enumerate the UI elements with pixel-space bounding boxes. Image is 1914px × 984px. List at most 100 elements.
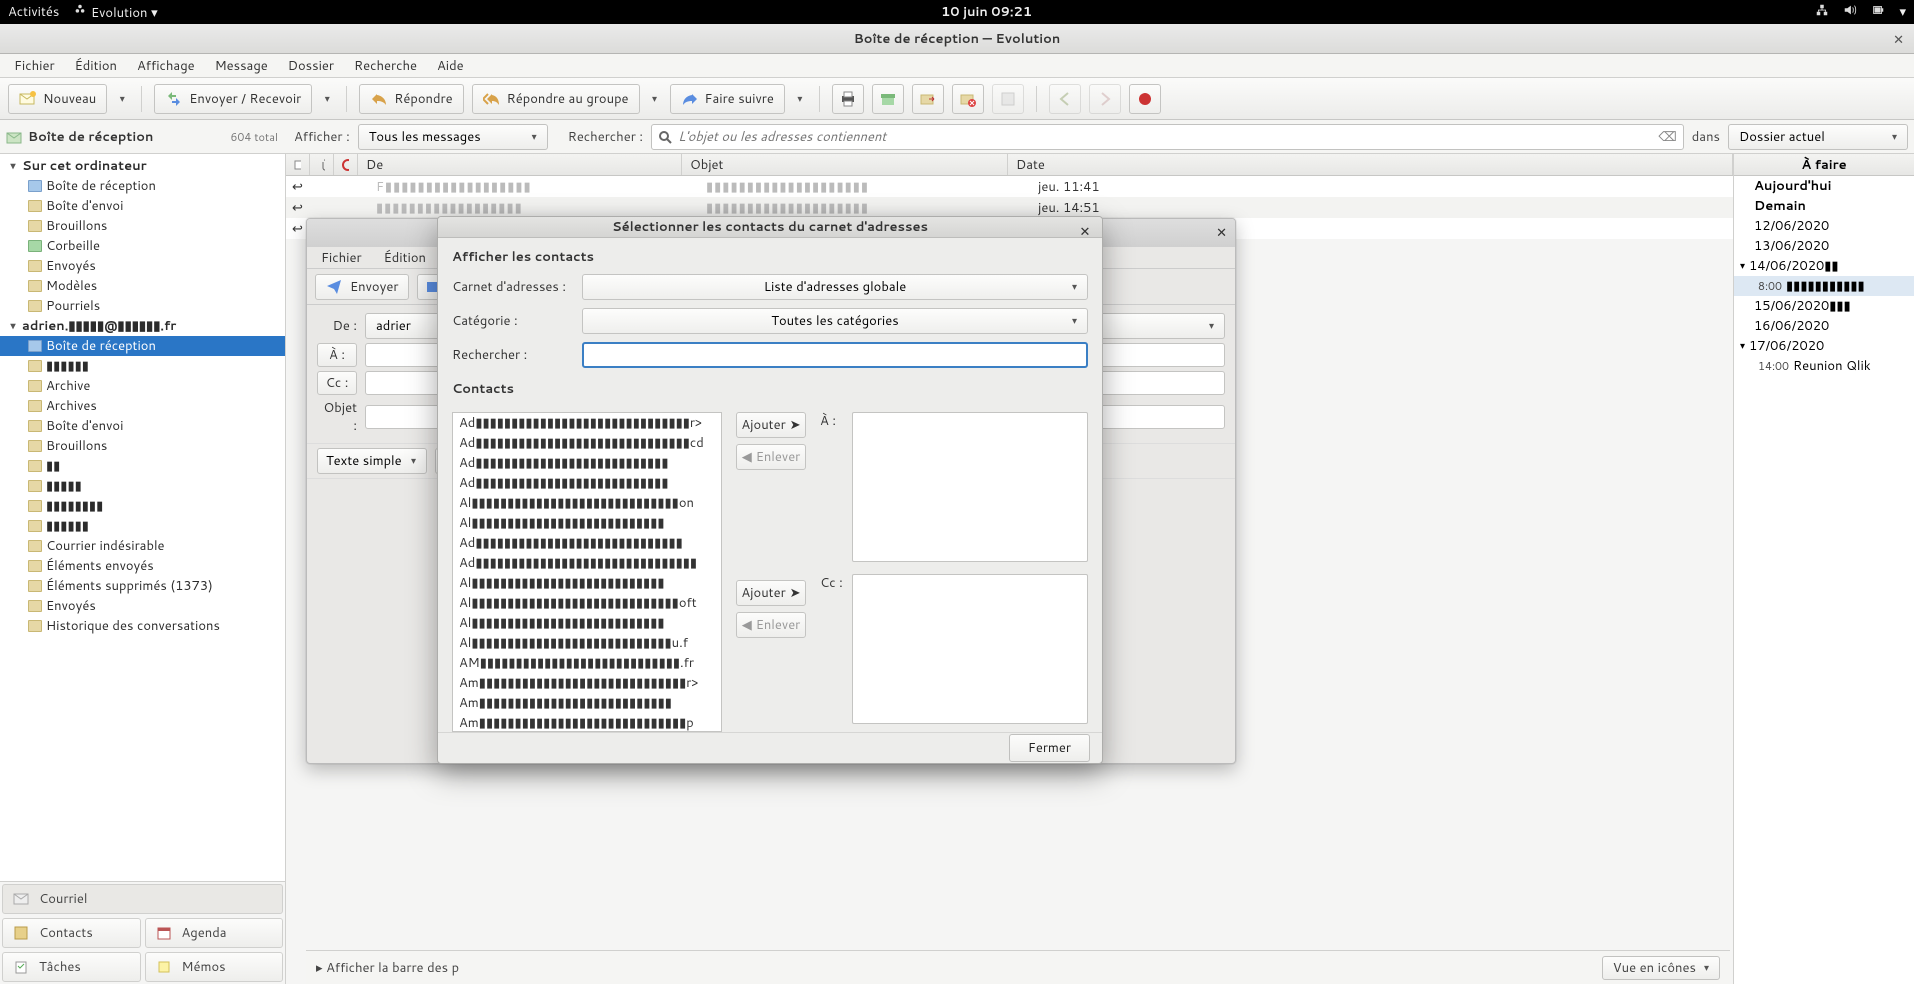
folder-item[interactable]: ▮▮ bbox=[0, 456, 285, 476]
contact-item[interactable]: Al▮▮▮▮▮▮▮▮▮▮▮▮▮▮▮▮▮▮▮▮▮▮▮▮▮▮▮ bbox=[453, 573, 721, 593]
to-button[interactable]: À : bbox=[317, 343, 357, 367]
folder-item[interactable]: Boîte de réception bbox=[0, 336, 285, 356]
folder-item[interactable]: Éléments envoyés bbox=[0, 556, 285, 576]
folder-item[interactable]: Historique des conversations bbox=[0, 616, 285, 636]
contact-item[interactable]: Ad▮▮▮▮▮▮▮▮▮▮▮▮▮▮▮▮▮▮▮▮▮▮▮▮▮▮▮ bbox=[453, 473, 721, 493]
col-subject[interactable]: Objet bbox=[682, 154, 1008, 175]
notjunk-button[interactable] bbox=[992, 84, 1024, 114]
expander-icon[interactable]: ▾ bbox=[1740, 259, 1745, 273]
contact-item[interactable]: Al▮▮▮▮▮▮▮▮▮▮▮▮▮▮▮▮▮▮▮▮▮▮▮▮▮▮▮▮▮on bbox=[453, 493, 721, 513]
folder-item[interactable]: Boîte de réception bbox=[0, 176, 285, 196]
folder-item[interactable]: ▮▮▮▮▮ bbox=[0, 476, 285, 496]
contact-item[interactable]: Ad▮▮▮▮▮▮▮▮▮▮▮▮▮▮▮▮▮▮▮▮▮▮▮▮▮▮▮▮▮ bbox=[453, 533, 721, 553]
folder-item[interactable]: ▮▮▮▮▮▮ bbox=[0, 356, 285, 376]
todo-item[interactable]: 15/06/2020▮▮▮ bbox=[1734, 296, 1914, 316]
folder-item[interactable]: Brouillons bbox=[0, 436, 285, 456]
folder-item[interactable]: Envoyés bbox=[0, 596, 285, 616]
todo-item[interactable]: ▾17/06/2020 bbox=[1734, 336, 1914, 356]
window-close-button[interactable]: ✕ bbox=[1893, 31, 1904, 49]
expander-icon[interactable]: ▾ bbox=[8, 319, 18, 333]
to-recipients-box[interactable] bbox=[852, 412, 1088, 562]
folder-item[interactable]: ▾Sur cet ordinateur bbox=[0, 156, 285, 176]
print-button[interactable] bbox=[832, 84, 864, 114]
folder-item[interactable]: Archive bbox=[0, 376, 285, 396]
folder-item[interactable]: ▾adrien.▮▮▮▮▮@▮▮▮▮▮▮.fr bbox=[0, 316, 285, 336]
todo-item[interactable]: 8:00▮▮▮▮▮▮▮▮▮▮▮ bbox=[1734, 276, 1914, 296]
menu-aide[interactable]: Aide bbox=[429, 54, 472, 78]
contact-item[interactable]: Ad▮▮▮▮▮▮▮▮▮▮▮▮▮▮▮▮▮▮▮▮▮▮▮▮▮▮▮▮▮▮▮ bbox=[453, 553, 721, 573]
menu-affichage[interactable]: Affichage bbox=[129, 54, 203, 78]
forward-button[interactable]: Faire suivre bbox=[670, 84, 785, 114]
folder-item[interactable]: Corbeille bbox=[0, 236, 285, 256]
compose-menu-fichier[interactable]: Fichier bbox=[313, 247, 370, 269]
category-combo[interactable]: Toutes les catégories bbox=[582, 308, 1088, 334]
dialog-close-button[interactable]: ✕ bbox=[1076, 223, 1094, 241]
col-from[interactable]: De bbox=[358, 154, 682, 175]
contact-item[interactable]: Ad▮▮▮▮▮▮▮▮▮▮▮▮▮▮▮▮▮▮▮▮▮▮▮▮▮▮▮ bbox=[453, 453, 721, 473]
send-receive-button[interactable]: Envoyer / Recevoir bbox=[154, 84, 312, 114]
remove-to-button[interactable]: ◀ Enlever bbox=[736, 444, 806, 470]
folder-item[interactable]: Boîte d'envoi bbox=[0, 196, 285, 216]
expander-icon[interactable]: ▾ bbox=[8, 159, 18, 173]
app-menu[interactable]: Evolution ▾ bbox=[73, 3, 157, 22]
switcher-calendar[interactable]: Agenda bbox=[145, 918, 284, 948]
todo-item[interactable]: 16/06/2020 bbox=[1734, 316, 1914, 336]
todo-item[interactable]: ▾14/06/2020▮▮ bbox=[1734, 256, 1914, 276]
stop-button[interactable] bbox=[1129, 84, 1161, 114]
folder-item[interactable]: Modèles bbox=[0, 276, 285, 296]
volume-icon[interactable] bbox=[1843, 3, 1857, 22]
col-flag-icon[interactable] bbox=[334, 154, 358, 175]
format-combo[interactable]: Texte simple bbox=[317, 448, 427, 474]
todo-item[interactable]: 13/06/2020 bbox=[1734, 236, 1914, 256]
folder-item[interactable]: Brouillons bbox=[0, 216, 285, 236]
folder-item[interactable]: Boîte d'envoi bbox=[0, 416, 285, 436]
battery-icon[interactable] bbox=[1871, 3, 1885, 22]
prev-button[interactable] bbox=[1049, 84, 1081, 114]
next-button[interactable] bbox=[1089, 84, 1121, 114]
contact-item[interactable]: Al▮▮▮▮▮▮▮▮▮▮▮▮▮▮▮▮▮▮▮▮▮▮▮▮▮▮▮ bbox=[453, 513, 721, 533]
folder-item[interactable]: ▮▮▮▮▮▮▮▮ bbox=[0, 496, 285, 516]
new-button[interactable]: Nouveau bbox=[8, 84, 107, 114]
folder-item[interactable]: Courrier indésirable bbox=[0, 536, 285, 556]
menu-dossier[interactable]: Dossier bbox=[280, 54, 342, 78]
menu-fichier[interactable]: Fichier bbox=[6, 54, 63, 78]
contact-item[interactable]: Al▮▮▮▮▮▮▮▮▮▮▮▮▮▮▮▮▮▮▮▮▮▮▮▮▮▮▮▮▮oft bbox=[453, 593, 721, 613]
add-to-button[interactable]: Ajouter ➤ bbox=[736, 412, 806, 438]
folder-item[interactable]: ▮▮▮▮▮▮ bbox=[0, 516, 285, 536]
send-receive-dropdown[interactable] bbox=[320, 92, 334, 106]
menu-message[interactable]: Message bbox=[207, 54, 276, 78]
folder-item[interactable]: Envoyés bbox=[0, 256, 285, 276]
search-clear-icon[interactable]: ⌫ bbox=[1658, 128, 1676, 146]
switcher-tasks[interactable]: Tâches bbox=[2, 952, 141, 982]
switcher-memos[interactable]: Mémos bbox=[145, 952, 284, 982]
contact-item[interactable]: Ad▮▮▮▮▮▮▮▮▮▮▮▮▮▮▮▮▮▮▮▮▮▮▮▮▮▮▮▮▮▮r> bbox=[453, 413, 721, 433]
activities-button[interactable]: Activités bbox=[8, 3, 59, 21]
col-status-icon[interactable] bbox=[286, 154, 310, 175]
switcher-contacts[interactable]: Contacts bbox=[2, 918, 141, 948]
show-attachment-bar[interactable]: ▸ Afficher la barre des p bbox=[316, 959, 459, 977]
search-field[interactable]: ⌫ bbox=[651, 124, 1684, 150]
cc-button[interactable]: Cc : bbox=[317, 371, 357, 395]
dialog-close-footer-button[interactable]: Fermer bbox=[1009, 734, 1090, 762]
search-scope-combo[interactable]: Dossier actuel bbox=[1728, 124, 1908, 150]
move-button[interactable] bbox=[912, 84, 944, 114]
folder-item[interactable]: Pourriels bbox=[0, 296, 285, 316]
contact-item[interactable]: Am▮▮▮▮▮▮▮▮▮▮▮▮▮▮▮▮▮▮▮▮▮▮▮▮▮▮▮▮▮r> bbox=[453, 673, 721, 693]
todo-item[interactable]: Demain bbox=[1734, 196, 1914, 216]
todo-item[interactable]: Aujourd'hui bbox=[1734, 176, 1914, 196]
power-menu[interactable]: ▾ bbox=[1899, 3, 1906, 21]
reply-all-dropdown[interactable] bbox=[648, 92, 662, 106]
search-input[interactable] bbox=[678, 128, 1652, 146]
col-attachment-icon[interactable] bbox=[310, 154, 334, 175]
message-row[interactable]: ↩▮▮▮▮▮▮▮▮▮▮▮▮▮▮▮▮▮▮▮▮▮▮▮▮▮▮▮▮▮▮▮▮▮▮▮▮▮▮j… bbox=[286, 197, 1733, 218]
todo-item[interactable]: 12/06/2020 bbox=[1734, 216, 1914, 236]
add-cc-button[interactable]: Ajouter ➤ bbox=[736, 580, 806, 606]
col-date[interactable]: Date bbox=[1008, 154, 1733, 175]
compose-close-button[interactable]: ✕ bbox=[1216, 224, 1227, 242]
reply-button[interactable]: Répondre bbox=[359, 84, 463, 114]
compose-send-button[interactable]: Envoyer bbox=[315, 274, 409, 300]
contacts-listbox[interactable]: Ad▮▮▮▮▮▮▮▮▮▮▮▮▮▮▮▮▮▮▮▮▮▮▮▮▮▮▮▮▮▮r> Ad▮▮▮▮… bbox=[452, 412, 722, 732]
contact-search-input[interactable] bbox=[582, 342, 1088, 368]
compose-menu-édition[interactable]: Édition bbox=[376, 247, 434, 269]
menu-édition[interactable]: Édition bbox=[67, 54, 125, 78]
